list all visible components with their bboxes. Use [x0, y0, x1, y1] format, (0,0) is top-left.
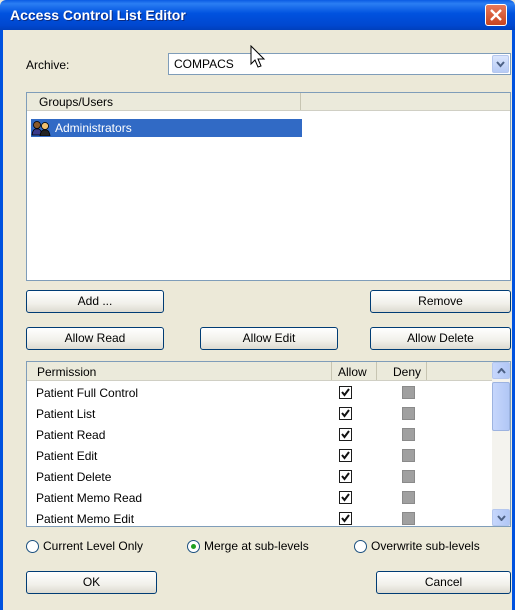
allow-column-header[interactable]: Allow — [332, 362, 377, 380]
chevron-down-icon — [497, 515, 506, 521]
radio-circle — [354, 540, 367, 553]
scroll-thumb[interactable] — [492, 382, 510, 431]
permission-row[interactable]: Patient List — [27, 403, 492, 424]
permission-row[interactable]: Patient Full Control — [27, 382, 492, 403]
radio-label: Overwrite sub-levels — [371, 539, 480, 553]
allow-checkbox[interactable] — [339, 491, 352, 504]
radio-circle — [26, 540, 39, 553]
allow-read-button[interactable]: Allow Read — [26, 327, 164, 350]
deny-checkbox[interactable] — [402, 407, 415, 420]
deny-checkbox[interactable] — [402, 512, 415, 525]
remove-button[interactable]: Remove — [370, 290, 511, 313]
window-title: Access Control List Editor — [10, 7, 186, 23]
permissions-list[interactable]: Permission Allow Deny Patient Full Contr… — [26, 361, 511, 527]
permission-name: Patient Memo Read — [36, 491, 143, 505]
checkmark-icon — [341, 388, 350, 397]
permission-column-header[interactable]: Permission — [27, 362, 332, 380]
permissions-scrollbar[interactable] — [492, 362, 510, 526]
allow-checkbox[interactable] — [339, 428, 352, 441]
archive-label: Archive: — [26, 58, 70, 72]
deny-checkbox[interactable] — [402, 449, 415, 462]
permission-row[interactable]: Patient Edit — [27, 445, 492, 466]
archive-value: COMPACS — [174, 57, 234, 71]
checkmark-icon — [341, 472, 350, 481]
mouse-cursor-icon — [250, 45, 266, 68]
cancel-button[interactable]: Cancel — [376, 571, 511, 594]
permission-name: Patient Read — [36, 428, 106, 442]
allow-delete-button[interactable]: Allow Delete — [370, 327, 511, 350]
permission-row[interactable]: Patient Memo Edit — [27, 508, 492, 526]
permission-row[interactable]: Patient Read — [27, 424, 492, 445]
archive-select[interactable]: COMPACS — [168, 53, 511, 75]
radio-circle — [187, 540, 200, 553]
allow-checkbox[interactable] — [339, 512, 352, 525]
radio-selected-dot — [191, 544, 196, 549]
allow-checkbox[interactable] — [339, 386, 352, 399]
checkmark-icon — [341, 409, 350, 418]
allow-checkbox[interactable] — [339, 449, 352, 462]
close-button[interactable] — [485, 4, 507, 26]
ok-button[interactable]: OK — [26, 571, 157, 594]
list-item-label: Administrators — [55, 121, 132, 135]
deny-checkbox[interactable] — [402, 428, 415, 441]
deny-column-header[interactable]: Deny — [377, 362, 427, 380]
checkmark-icon — [341, 493, 350, 502]
groups-header: Groups/Users — [27, 93, 510, 111]
group-users-icon — [31, 121, 51, 136]
allow-edit-button[interactable]: Allow Edit — [200, 327, 338, 350]
chevron-down-icon — [496, 61, 505, 68]
close-icon — [490, 9, 502, 21]
archive-dropdown-button[interactable] — [492, 55, 509, 73]
radio-label: Current Level Only — [43, 539, 144, 553]
scroll-down-button[interactable] — [492, 509, 510, 526]
checkmark-icon — [341, 514, 350, 523]
permission-name: Patient Full Control — [36, 386, 139, 400]
checkmark-icon — [341, 451, 350, 460]
radio-label: Merge at sub-levels — [204, 539, 309, 553]
list-item-administrators[interactable]: Administrators — [31, 119, 302, 137]
chevron-up-icon — [497, 368, 506, 374]
deny-checkbox[interactable] — [402, 491, 415, 504]
allow-checkbox[interactable] — [339, 407, 352, 420]
permission-row[interactable]: Patient Delete — [27, 466, 492, 487]
permission-name: Patient Delete — [36, 470, 112, 484]
add-button[interactable]: Add ... — [26, 290, 164, 313]
title-bar: Access Control List Editor — [0, 0, 515, 30]
groups-users-column-header[interactable]: Groups/Users — [27, 93, 301, 110]
permission-name: Patient Memo Edit — [36, 512, 135, 526]
deny-checkbox[interactable] — [402, 470, 415, 483]
permission-row[interactable]: Patient Memo Read — [27, 487, 492, 508]
deny-checkbox[interactable] — [402, 386, 415, 399]
groups-users-list[interactable]: Groups/Users Administrators — [26, 92, 511, 281]
allow-checkbox[interactable] — [339, 470, 352, 483]
checkmark-icon — [341, 430, 350, 439]
permissions-header: Permission Allow Deny — [27, 362, 492, 381]
permission-name: Patient List — [36, 407, 96, 421]
permission-name: Patient Edit — [36, 449, 98, 463]
scroll-up-button[interactable] — [492, 362, 510, 379]
